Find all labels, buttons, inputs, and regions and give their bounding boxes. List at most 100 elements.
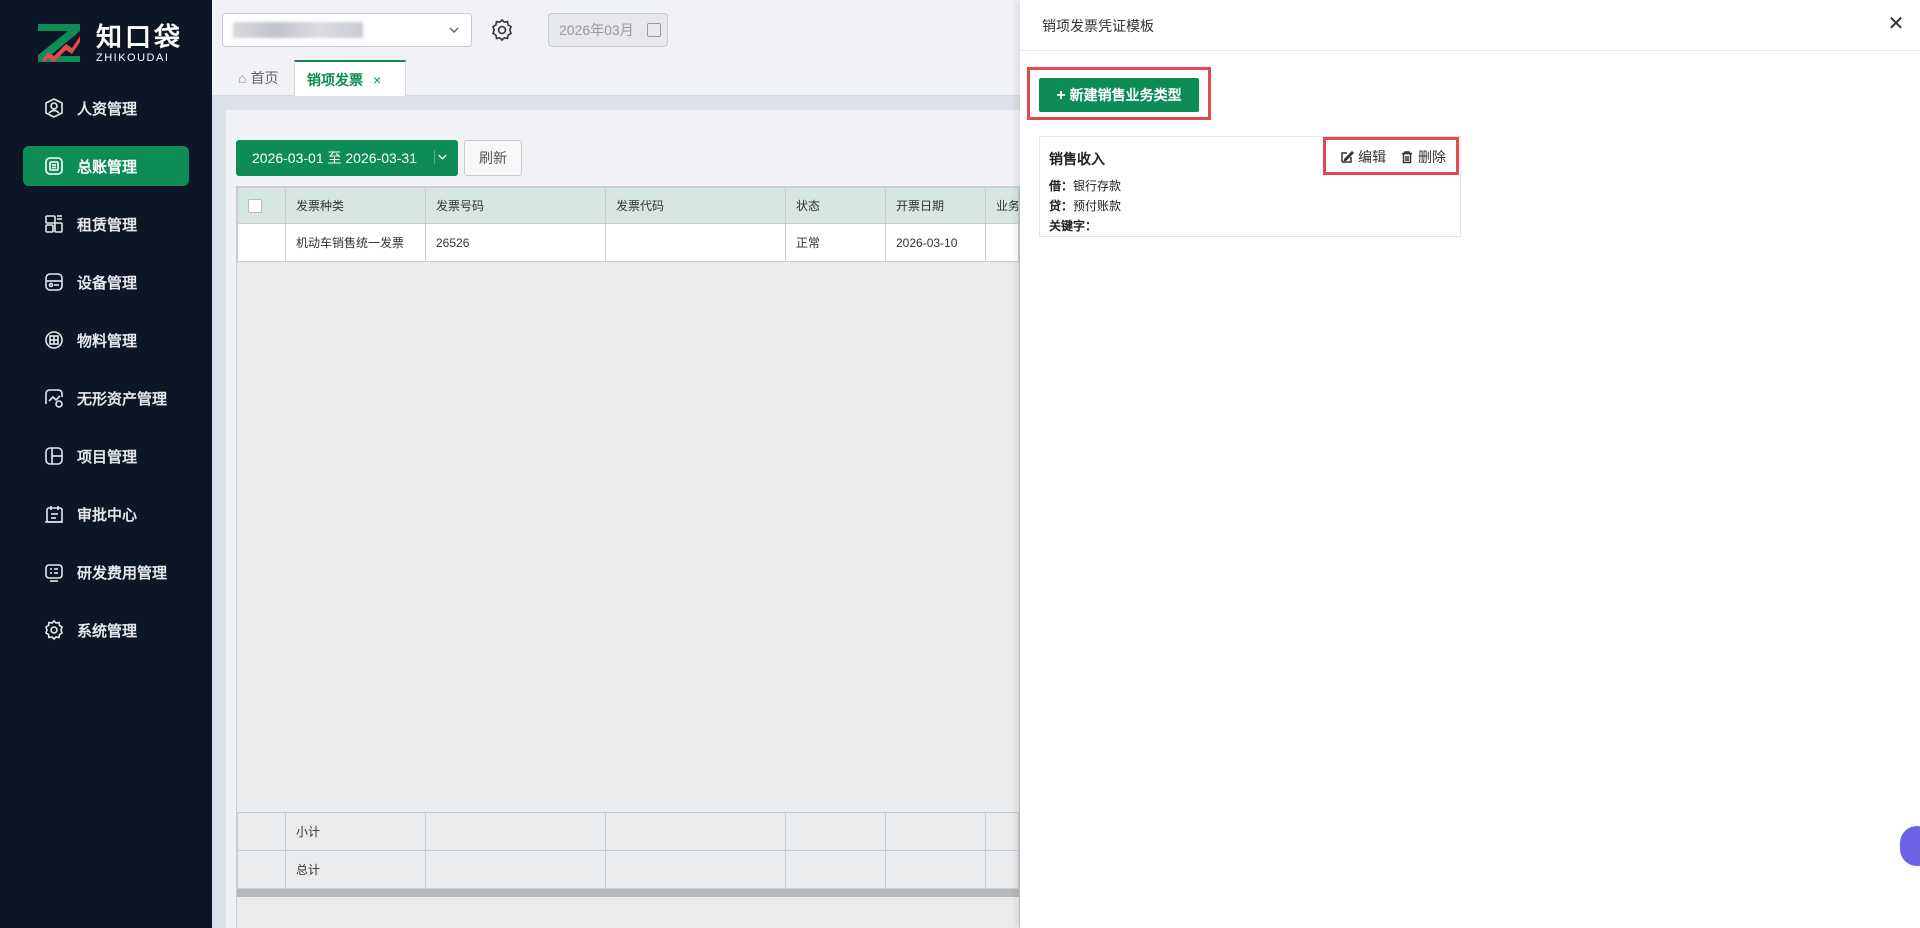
sidebar-item-ledger[interactable]: 总账管理 [23, 146, 189, 186]
project-icon [43, 445, 65, 467]
new-sales-type-button[interactable]: + 新建销售业务类型 [1039, 78, 1199, 112]
sidebar-item-rd[interactable]: 研发费用管理 [23, 552, 189, 592]
card-actions: 编辑 删除 [1340, 147, 1446, 167]
edit-button[interactable]: 编辑 [1340, 147, 1386, 167]
horizontal-scrollbar[interactable] [237, 889, 1019, 897]
column-header[interactable]: 发票种类 [285, 187, 426, 224]
summary-cell [885, 812, 986, 851]
month-picker[interactable]: 2026年03月 [548, 13, 668, 47]
sidebar-item-label: 系统管理 [77, 622, 138, 640]
trash-icon [1402, 151, 1412, 164]
tab-home-label: 首页 [250, 70, 279, 86]
summary-rows: 小计 总计 [237, 812, 1019, 889]
delete-button[interactable]: 删除 [1400, 147, 1446, 167]
chat-bubble-icon[interactable] [1900, 826, 1920, 866]
table-cell [605, 223, 786, 262]
template-card-title: 销售收入 [1049, 151, 1105, 167]
lease-icon [43, 213, 65, 235]
total-row: 总计 [237, 850, 1019, 889]
refresh-button[interactable]: 刷新 [464, 140, 522, 176]
chevron-down-icon [434, 150, 447, 164]
column-header[interactable]: 开票日期 [885, 187, 986, 224]
sidebar-item-label: 租赁管理 [77, 216, 138, 234]
row-select-cell[interactable] [237, 223, 286, 262]
summary-cell [785, 850, 886, 889]
column-header[interactable]: 发票代码 [605, 187, 786, 224]
sidebar-item-label: 审批中心 [77, 506, 138, 524]
sidebar-item-label: 研发费用管理 [77, 564, 168, 582]
keyword-line: 关键字： [1049, 217, 1097, 234]
select-all-checkbox[interactable] [248, 198, 262, 213]
summary-cell [985, 850, 1019, 889]
user-circle-icon [43, 97, 65, 119]
debit-label: 借： [1049, 179, 1074, 193]
summary-cell [425, 850, 606, 889]
table-cell [985, 223, 1019, 262]
close-icon[interactable]: ✕ [1886, 14, 1906, 34]
select-all-cell[interactable] [237, 187, 286, 224]
sidebar-item-project[interactable]: 项目管理 [23, 436, 189, 476]
settings-gear-icon[interactable] [489, 17, 515, 43]
month-value: 2026年03月 [559, 22, 634, 38]
tab-home[interactable]: ⌂ 首页 [226, 60, 290, 96]
debit-value: 银行存款 [1073, 179, 1122, 193]
sidebar-item-label: 人资管理 [77, 100, 138, 118]
close-tab-icon[interactable]: × [373, 72, 381, 88]
new-sales-type-label: 新建销售业务类型 [1069, 87, 1182, 103]
content-panel: 2026-03-01 至 2026-03-31 刷新 发票种类 发票号码 发票代… [226, 110, 1020, 928]
summary-cell [237, 850, 286, 889]
subtotal-row: 小计 [237, 812, 1019, 851]
logo-mark-icon [38, 24, 80, 62]
date-range-button[interactable]: 2026-03-01 至 2026-03-31 [236, 140, 458, 176]
sidebar-item-system[interactable]: 系统管理 [23, 610, 189, 650]
column-header[interactable]: 发票号码 [425, 187, 606, 224]
drawer-title: 销项发票凭证模板 [1042, 18, 1154, 34]
keyword-label: 关键字： [1049, 219, 1098, 233]
sidebar-item-approval[interactable]: 审批中心 [23, 494, 189, 534]
date-range-label: 2026-03-01 至 2026-03-31 [252, 150, 418, 166]
sidebar-item-material[interactable]: 物料管理 [23, 320, 189, 360]
table-cell: 机动车销售统一发票 [285, 223, 426, 262]
invoice-grid: 发票种类 发票号码 发票代码 状态 开票日期 业务 机动车销售统一发票 2652… [236, 186, 1020, 928]
table-row[interactable]: 机动车销售统一发票 26526 正常 2026-03-10 [237, 223, 1019, 262]
brand-name-en: ZHIKOUDAI [96, 52, 170, 64]
credit-line: 贷：预付账款 [1049, 197, 1121, 214]
table-cell: 正常 [785, 223, 886, 262]
gear-icon [43, 619, 65, 641]
sidebar-item-label: 总账管理 [77, 158, 138, 176]
table-header-row: 发票种类 发票号码 发票代码 状态 开票日期 业务 [237, 187, 1019, 224]
sidebar-item-intangible[interactable]: 无形资产管理 [23, 378, 189, 418]
device-icon [43, 271, 65, 293]
table-cell: 2026-03-10 [885, 223, 986, 262]
tab-bar: ⌂ 首页 销项发票 × [212, 60, 1020, 96]
brand-name: 知口袋 [96, 22, 184, 52]
tab-sales-invoice-label: 销项发票 [307, 72, 363, 88]
top-bar: 2026年03月 [212, 0, 1020, 60]
column-header[interactable]: 业务 [985, 187, 1019, 224]
company-name-redacted [233, 22, 363, 38]
summary-cell [885, 850, 986, 889]
drawer-header: 销项发票凭证模板 ✕ [1020, 0, 1920, 51]
home-icon: ⌂ [238, 70, 247, 86]
debit-line: 借：银行存款 [1049, 177, 1121, 194]
summary-cell [237, 812, 286, 851]
tab-sales-invoice[interactable]: 销项发票 × [294, 60, 406, 96]
edit-label: 编辑 [1358, 149, 1386, 165]
approval-icon [43, 503, 65, 525]
ledger-icon [43, 155, 65, 177]
edit-icon [1341, 150, 1354, 163]
box-icon [43, 329, 65, 351]
summary-cell [785, 812, 886, 851]
company-select[interactable] [222, 13, 472, 47]
table-cell: 26526 [425, 223, 606, 262]
column-header[interactable]: 状态 [785, 187, 886, 224]
chevron-down-icon [449, 27, 459, 33]
sidebar-item-lease[interactable]: 租赁管理 [23, 204, 189, 244]
sidebar-item-hr[interactable]: 人资管理 [23, 88, 189, 128]
plus-icon: + [1056, 87, 1066, 104]
logo: 知口袋 ZHIKOUDAI [36, 22, 186, 66]
sidebar-item-device[interactable]: 设备管理 [23, 262, 189, 302]
sidebar-item-label: 无形资产管理 [77, 390, 168, 408]
main-content: 2026-03-01 至 2026-03-31 刷新 发票种类 发票号码 发票代… [212, 96, 1020, 928]
asset-chart-icon [43, 387, 65, 409]
